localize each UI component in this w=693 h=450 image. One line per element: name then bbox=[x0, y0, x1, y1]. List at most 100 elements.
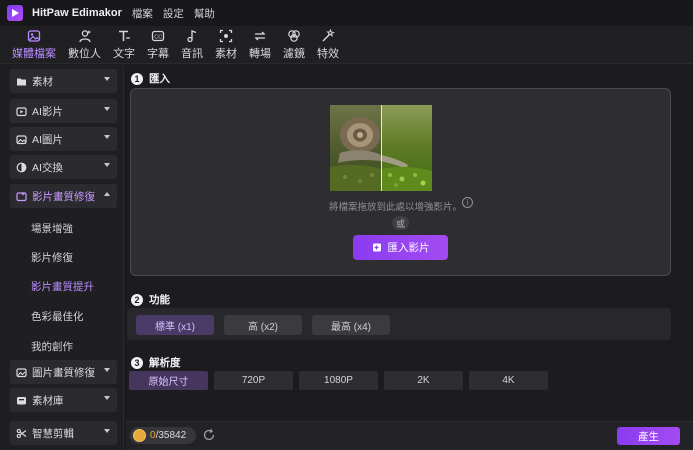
tab-audio[interactable]: 音訊 bbox=[175, 26, 209, 63]
assets-icon bbox=[217, 28, 235, 44]
tab-effects-label: 特效 bbox=[317, 48, 339, 60]
media-icon bbox=[25, 28, 43, 44]
video-repair-icon bbox=[16, 190, 28, 202]
subtitle-icon: CC bbox=[149, 28, 167, 44]
sidebar-item-video-repair[interactable]: 影片畫質修復 bbox=[10, 184, 117, 208]
import-video-button[interactable]: 匯入影片 bbox=[353, 235, 448, 260]
image-repair-icon bbox=[16, 366, 28, 378]
app-logo-icon bbox=[7, 5, 23, 21]
main-toolbar: 媒體檔案 數位人 文字 CC 字幕 音訊 素材 轉場 濾鏡 特效 bbox=[0, 26, 693, 64]
sidebar-item-label: 智慧剪輯 bbox=[32, 427, 74, 440]
app-name: HitPaw Edimakor bbox=[32, 7, 122, 19]
tab-effects[interactable]: 特效 bbox=[311, 26, 345, 63]
tab-audio-label: 音訊 bbox=[181, 48, 203, 60]
coin-icon bbox=[133, 429, 146, 442]
sidebar-item-label: AI交換 bbox=[32, 161, 63, 174]
tab-avatar-label: 數位人 bbox=[68, 48, 101, 60]
effects-icon bbox=[319, 28, 337, 44]
step-resolution-heading: 3 解析度 bbox=[131, 355, 181, 370]
svg-text:CC: CC bbox=[154, 35, 162, 41]
chevron-down-icon bbox=[104, 396, 110, 400]
sidebar-item-assets[interactable]: 素材 bbox=[10, 69, 117, 93]
title-bar: HitPaw Edimakor 檔案 設定 幫助 bbox=[0, 0, 693, 26]
generate-button[interactable]: 產生 bbox=[617, 427, 680, 445]
text-icon bbox=[115, 28, 133, 44]
sidebar: 素材 AI影片 AI圖片 AI交換 影片畫質修復 場景增強 影片修復 影片畫質提… bbox=[0, 65, 124, 450]
credits-counter: 0 /35842 bbox=[130, 427, 196, 444]
chevron-down-icon bbox=[104, 368, 110, 372]
ai-video-icon bbox=[16, 105, 28, 117]
sidebar-item-label: AI影片 bbox=[32, 105, 63, 118]
sidebar-item-label: 素材庫 bbox=[32, 394, 64, 407]
function-option-highest[interactable]: 最高 (x4) bbox=[312, 315, 390, 335]
tab-assets[interactable]: 素材 bbox=[209, 26, 243, 63]
step-number: 3 bbox=[131, 356, 143, 369]
function-option-standard[interactable]: 標準 (x1) bbox=[136, 315, 214, 335]
chevron-up-icon bbox=[104, 192, 110, 196]
scissors-icon bbox=[16, 427, 28, 439]
ai-image-icon bbox=[16, 133, 28, 145]
menu-settings[interactable]: 設定 bbox=[163, 6, 184, 21]
step-title: 功能 bbox=[149, 294, 170, 306]
drop-hint: 將檔案拖放到此處以增強影片。 bbox=[329, 202, 463, 213]
step-function-heading: 2 功能 bbox=[131, 292, 170, 307]
menu-file[interactable]: 檔案 bbox=[132, 6, 153, 21]
tab-transition[interactable]: 轉場 bbox=[243, 26, 277, 63]
step-number: 1 bbox=[131, 72, 143, 85]
sidebar-item-library[interactable]: 素材庫 bbox=[10, 388, 117, 412]
tab-assets-label: 素材 bbox=[215, 48, 237, 60]
filter-icon bbox=[285, 28, 303, 44]
avatar-icon bbox=[76, 28, 94, 44]
sidebar-item-smart-edit[interactable]: 智慧剪輯 bbox=[10, 421, 117, 445]
step-import-heading: 1 匯入 bbox=[131, 71, 170, 86]
step-title: 匯入 bbox=[149, 73, 170, 85]
tab-text[interactable]: 文字 bbox=[107, 26, 141, 63]
chevron-down-icon bbox=[104, 107, 110, 111]
tab-text-label: 文字 bbox=[113, 48, 135, 60]
sidebar-item-label: 圖片畫質修復 bbox=[32, 366, 95, 379]
chevron-down-icon bbox=[104, 77, 110, 81]
sidebar-subitem-video-repair[interactable]: 影片修復 bbox=[31, 250, 73, 265]
chevron-down-icon bbox=[104, 135, 110, 139]
resolution-option-2k[interactable]: 2K bbox=[384, 371, 463, 390]
info-icon[interactable]: i bbox=[462, 197, 473, 208]
compare-divider bbox=[381, 105, 382, 191]
sidebar-item-label: AI圖片 bbox=[32, 133, 63, 146]
sidebar-subitem-my-creations[interactable]: 我的創作 bbox=[31, 339, 73, 354]
transition-icon bbox=[251, 28, 269, 44]
tab-media[interactable]: 媒體檔案 bbox=[6, 26, 62, 63]
tab-subtitle[interactable]: CC 字幕 bbox=[141, 26, 175, 63]
resolution-option-720p[interactable]: 720P bbox=[214, 371, 293, 390]
refresh-icon[interactable] bbox=[202, 428, 216, 442]
import-icon bbox=[372, 243, 381, 252]
chevron-down-icon bbox=[104, 163, 110, 167]
tab-subtitle-label: 字幕 bbox=[147, 48, 169, 60]
sidebar-subitem-color-optimize[interactable]: 色彩最佳化 bbox=[31, 309, 84, 324]
or-separator: 或 bbox=[392, 216, 409, 230]
credits-total: /35842 bbox=[155, 430, 187, 441]
ai-swap-icon bbox=[16, 161, 28, 173]
tab-filter[interactable]: 濾鏡 bbox=[277, 26, 311, 63]
sidebar-subitem-scene-enhance[interactable]: 場景增強 bbox=[31, 221, 73, 236]
music-icon bbox=[183, 28, 201, 44]
resolution-option-original[interactable]: 原始尺寸 bbox=[129, 371, 208, 390]
tab-filter-label: 濾鏡 bbox=[283, 48, 305, 60]
library-icon bbox=[16, 394, 28, 406]
function-option-high[interactable]: 高 (x2) bbox=[224, 315, 302, 335]
folder-icon bbox=[16, 75, 28, 87]
sidebar-item-image-repair[interactable]: 圖片畫質修復 bbox=[10, 360, 117, 384]
resolution-option-1080p[interactable]: 1080P bbox=[299, 371, 378, 390]
chevron-down-icon bbox=[104, 429, 110, 433]
sidebar-subitem-video-upscale[interactable]: 影片畫質提升 bbox=[31, 279, 94, 294]
sidebar-item-label: 素材 bbox=[32, 75, 53, 88]
tab-media-label: 媒體檔案 bbox=[12, 48, 56, 60]
resolution-option-4k[interactable]: 4K bbox=[469, 371, 548, 390]
step-title: 解析度 bbox=[149, 357, 181, 369]
tab-avatar[interactable]: 數位人 bbox=[62, 26, 107, 63]
sidebar-item-ai-swap[interactable]: AI交換 bbox=[10, 155, 117, 179]
sidebar-item-ai-video[interactable]: AI影片 bbox=[10, 99, 117, 123]
sidebar-item-ai-image[interactable]: AI圖片 bbox=[10, 127, 117, 151]
step-number: 2 bbox=[131, 293, 143, 306]
menu-help[interactable]: 幫助 bbox=[194, 6, 215, 21]
import-video-label: 匯入影片 bbox=[387, 242, 430, 254]
